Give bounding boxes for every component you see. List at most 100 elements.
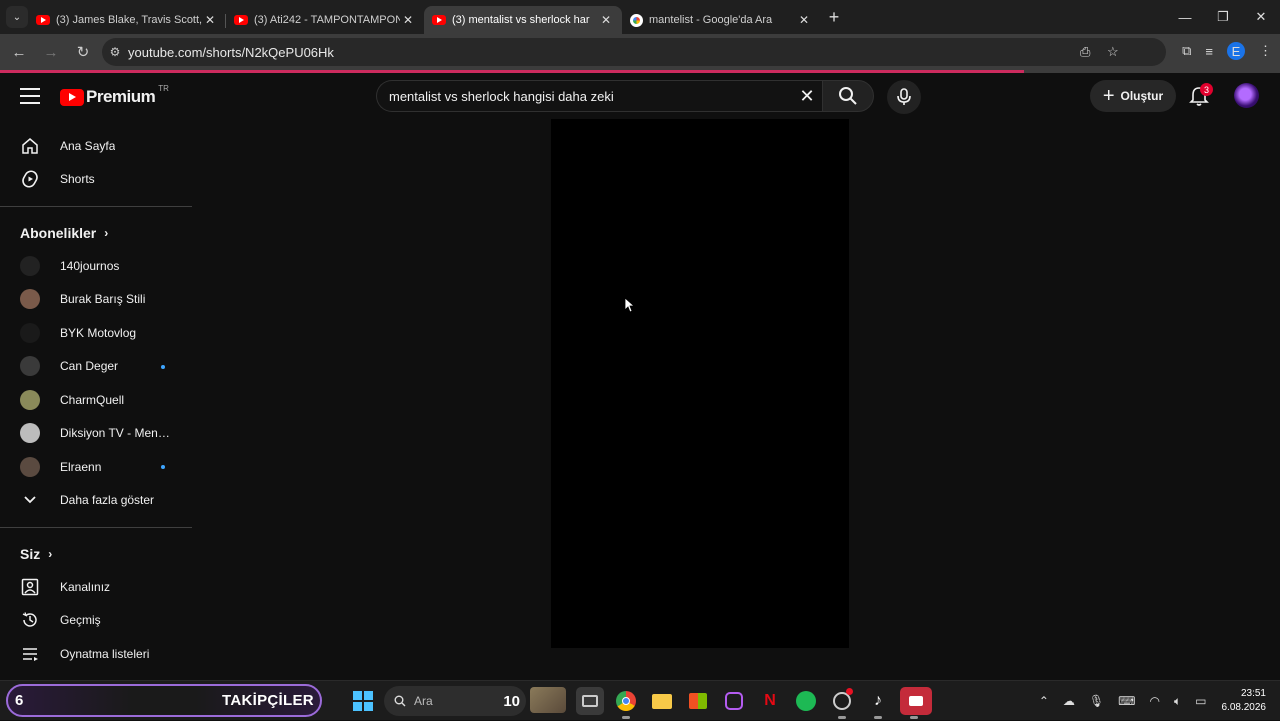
subscription-item[interactable]: Diksiyon TV - Menn... <box>0 417 192 451</box>
history-icon <box>20 610 40 630</box>
sidebar-item-your-channel[interactable]: Kanalınız <box>0 570 192 604</box>
follower-overlay-widget: 6 TAKİPÇİLER <box>6 684 322 717</box>
chrome-icon[interactable] <box>612 687 640 719</box>
region-code: TR <box>158 83 169 93</box>
file-explorer-icon[interactable] <box>648 687 676 715</box>
url-text: youtube.com/shorts/N2kQePU06Hk <box>128 44 334 60</box>
notifications-button[interactable]: 3 <box>1188 83 1213 109</box>
bookmark-star-icon[interactable]: ☆ <box>1107 44 1119 60</box>
sidebar-divider <box>0 206 192 207</box>
subscription-item[interactable]: BYK Motovlog <box>0 316 192 350</box>
channel-avatar <box>20 456 40 477</box>
youtube-header: Premium TR mentalist vs sherlock hangisi… <box>0 73 1280 119</box>
notification-badge: 3 <box>1200 83 1213 96</box>
new-tab-icon[interactable]: + <box>822 7 846 28</box>
browser-tab[interactable]: (3) James Blake, Travis Scott, Lu ✕ <box>28 6 226 34</box>
tab-title: (3) Ati242 - TAMPONTAMPON/ <box>254 14 400 26</box>
keyboard-icon[interactable]: ⌨ <box>1118 694 1135 708</box>
task-view-icon[interactable] <box>576 687 604 715</box>
install-app-icon[interactable]: ⎙ <box>1080 44 1090 60</box>
search-button[interactable] <box>822 80 874 112</box>
tab-search-dropdown-icon[interactable]: ⌄ <box>6 6 28 28</box>
channel-avatar <box>20 322 40 343</box>
windows-start-icon[interactable] <box>353 691 373 711</box>
plus-icon: + <box>1102 84 1115 107</box>
spotify-icon[interactable] <box>792 687 820 715</box>
chevron-right-icon: › <box>104 226 109 240</box>
channel-avatar <box>20 255 40 276</box>
sidebar-item-shorts[interactable]: Shorts <box>0 163 192 197</box>
sidebar-item-playlists[interactable]: Oynatma listeleri <box>0 637 192 671</box>
system-clock[interactable]: 23:51 6.08.2026 <box>1222 687 1267 715</box>
youtube-icon <box>36 15 50 25</box>
profile-avatar[interactable]: E <box>1227 42 1245 60</box>
instagram-icon[interactable] <box>720 687 748 715</box>
show-more-button[interactable]: Daha fazla göster <box>0 484 192 518</box>
you-header[interactable]: Siz › <box>0 538 192 570</box>
subscription-item[interactable]: 140journos <box>0 249 192 283</box>
sidebar-item-history[interactable]: Geçmiş <box>0 604 192 638</box>
menu-hamburger-icon[interactable] <box>20 88 40 104</box>
microphone-icon[interactable]: 🎙︎ <box>1089 694 1104 708</box>
minimize-icon[interactable]: — <box>1166 0 1204 34</box>
new-content-dot <box>161 465 165 469</box>
youtube-logo-icon <box>60 88 84 106</box>
battery-icon[interactable]: ▭ <box>1195 694 1206 708</box>
close-tab-icon[interactable]: ✕ <box>796 13 812 27</box>
onedrive-icon[interactable]: ☁ <box>1063 694 1075 708</box>
chevron-up-icon[interactable]: ⌃ <box>1039 694 1049 708</box>
windows-taskbar: 6 TAKİPÇİLER Ara 10 N ♪ ⌃ ☁ 🎙︎ ⌨ ◠ 🔈︎ ▭ … <box>0 680 1280 720</box>
close-tab-icon[interactable]: ✕ <box>202 13 218 27</box>
channel-avatar <box>20 356 40 377</box>
youtube-icon <box>432 15 446 25</box>
steam-icon[interactable] <box>828 687 856 719</box>
browser-tab[interactable]: mantelist - Google'da Ara ✕ <box>622 6 820 34</box>
browser-tab-active[interactable]: (3) mentalist vs sherlock har ✕ <box>424 6 622 34</box>
subscriptions-header[interactable]: Abonelikler › <box>0 217 192 249</box>
omnibox[interactable]: ⚙ youtube.com/shorts/N2kQePU06Hk ⎙ ☆ <box>102 38 1166 66</box>
close-tab-icon[interactable]: ✕ <box>400 13 416 27</box>
browser-tab-bar: ⌄ (3) James Blake, Travis Scott, Lu ✕ (3… <box>0 0 1280 34</box>
taskbar-search-input[interactable]: Ara 10 <box>384 686 566 716</box>
tiktok-icon[interactable]: ♪ <box>864 687 892 719</box>
channel-avatar <box>20 389 40 410</box>
browser-tab[interactable]: (3) Ati242 - TAMPONTAMPON/ ✕ <box>226 6 424 34</box>
subscription-item[interactable]: CharmQuell <box>0 383 192 417</box>
subscription-item[interactable]: Burak Barış Stili <box>0 283 192 317</box>
restore-icon[interactable]: ❐ <box>1204 0 1242 34</box>
subscription-item[interactable]: Can Deger <box>0 350 192 384</box>
microphone-icon <box>897 88 911 105</box>
reload-icon[interactable]: ↻ <box>68 37 98 67</box>
clear-search-icon[interactable]: ✕ <box>792 86 822 107</box>
volume-icon[interactable]: 🔈︎ <box>1174 694 1181 709</box>
youtube-icon <box>234 15 248 25</box>
site-settings-icon[interactable]: ⚙ <box>102 45 128 59</box>
media-control-icon[interactable]: ≡ <box>1205 44 1213 59</box>
close-tab-icon[interactable]: ✕ <box>598 13 614 27</box>
menu-dots-icon[interactable]: ⋮ <box>1259 43 1272 59</box>
voice-search-button[interactable] <box>887 80 921 114</box>
tab-title: mantelist - Google'da Ara <box>649 14 773 26</box>
shorts-icon <box>20 169 40 189</box>
wifi-icon[interactable]: ◠ <box>1149 694 1159 708</box>
microsoft-store-icon[interactable] <box>684 687 712 715</box>
search-icon <box>394 695 406 707</box>
account-avatar[interactable] <box>1234 83 1259 108</box>
address-bar: ← → ↻ ⚙ youtube.com/shorts/N2kQePU06Hk ⎙… <box>0 34 1280 70</box>
mouse-cursor-icon <box>625 298 635 313</box>
sidebar: Ana Sayfa Shorts Abonelikler › 140journo… <box>0 119 192 680</box>
subscription-item[interactable]: Elraenn <box>0 450 192 484</box>
forward-icon[interactable]: → <box>36 37 66 67</box>
close-window-icon[interactable]: ✕ <box>1242 0 1280 34</box>
youtube-premium-logo[interactable]: Premium TR <box>60 83 169 107</box>
create-button[interactable]: + Oluştur <box>1090 80 1176 112</box>
google-icon <box>630 13 643 27</box>
sidebar-item-home[interactable]: Ana Sayfa <box>0 129 192 163</box>
netflix-icon[interactable]: N <box>756 687 784 715</box>
search-input[interactable]: mentalist vs sherlock hangisi daha zeki … <box>376 80 822 112</box>
shorts-video-player[interactable] <box>551 119 849 648</box>
recording-app-icon[interactable] <box>900 687 932 719</box>
extensions-icon[interactable]: ⧉ <box>1182 43 1191 59</box>
channel-avatar <box>20 289 40 310</box>
back-icon[interactable]: ← <box>4 37 34 67</box>
